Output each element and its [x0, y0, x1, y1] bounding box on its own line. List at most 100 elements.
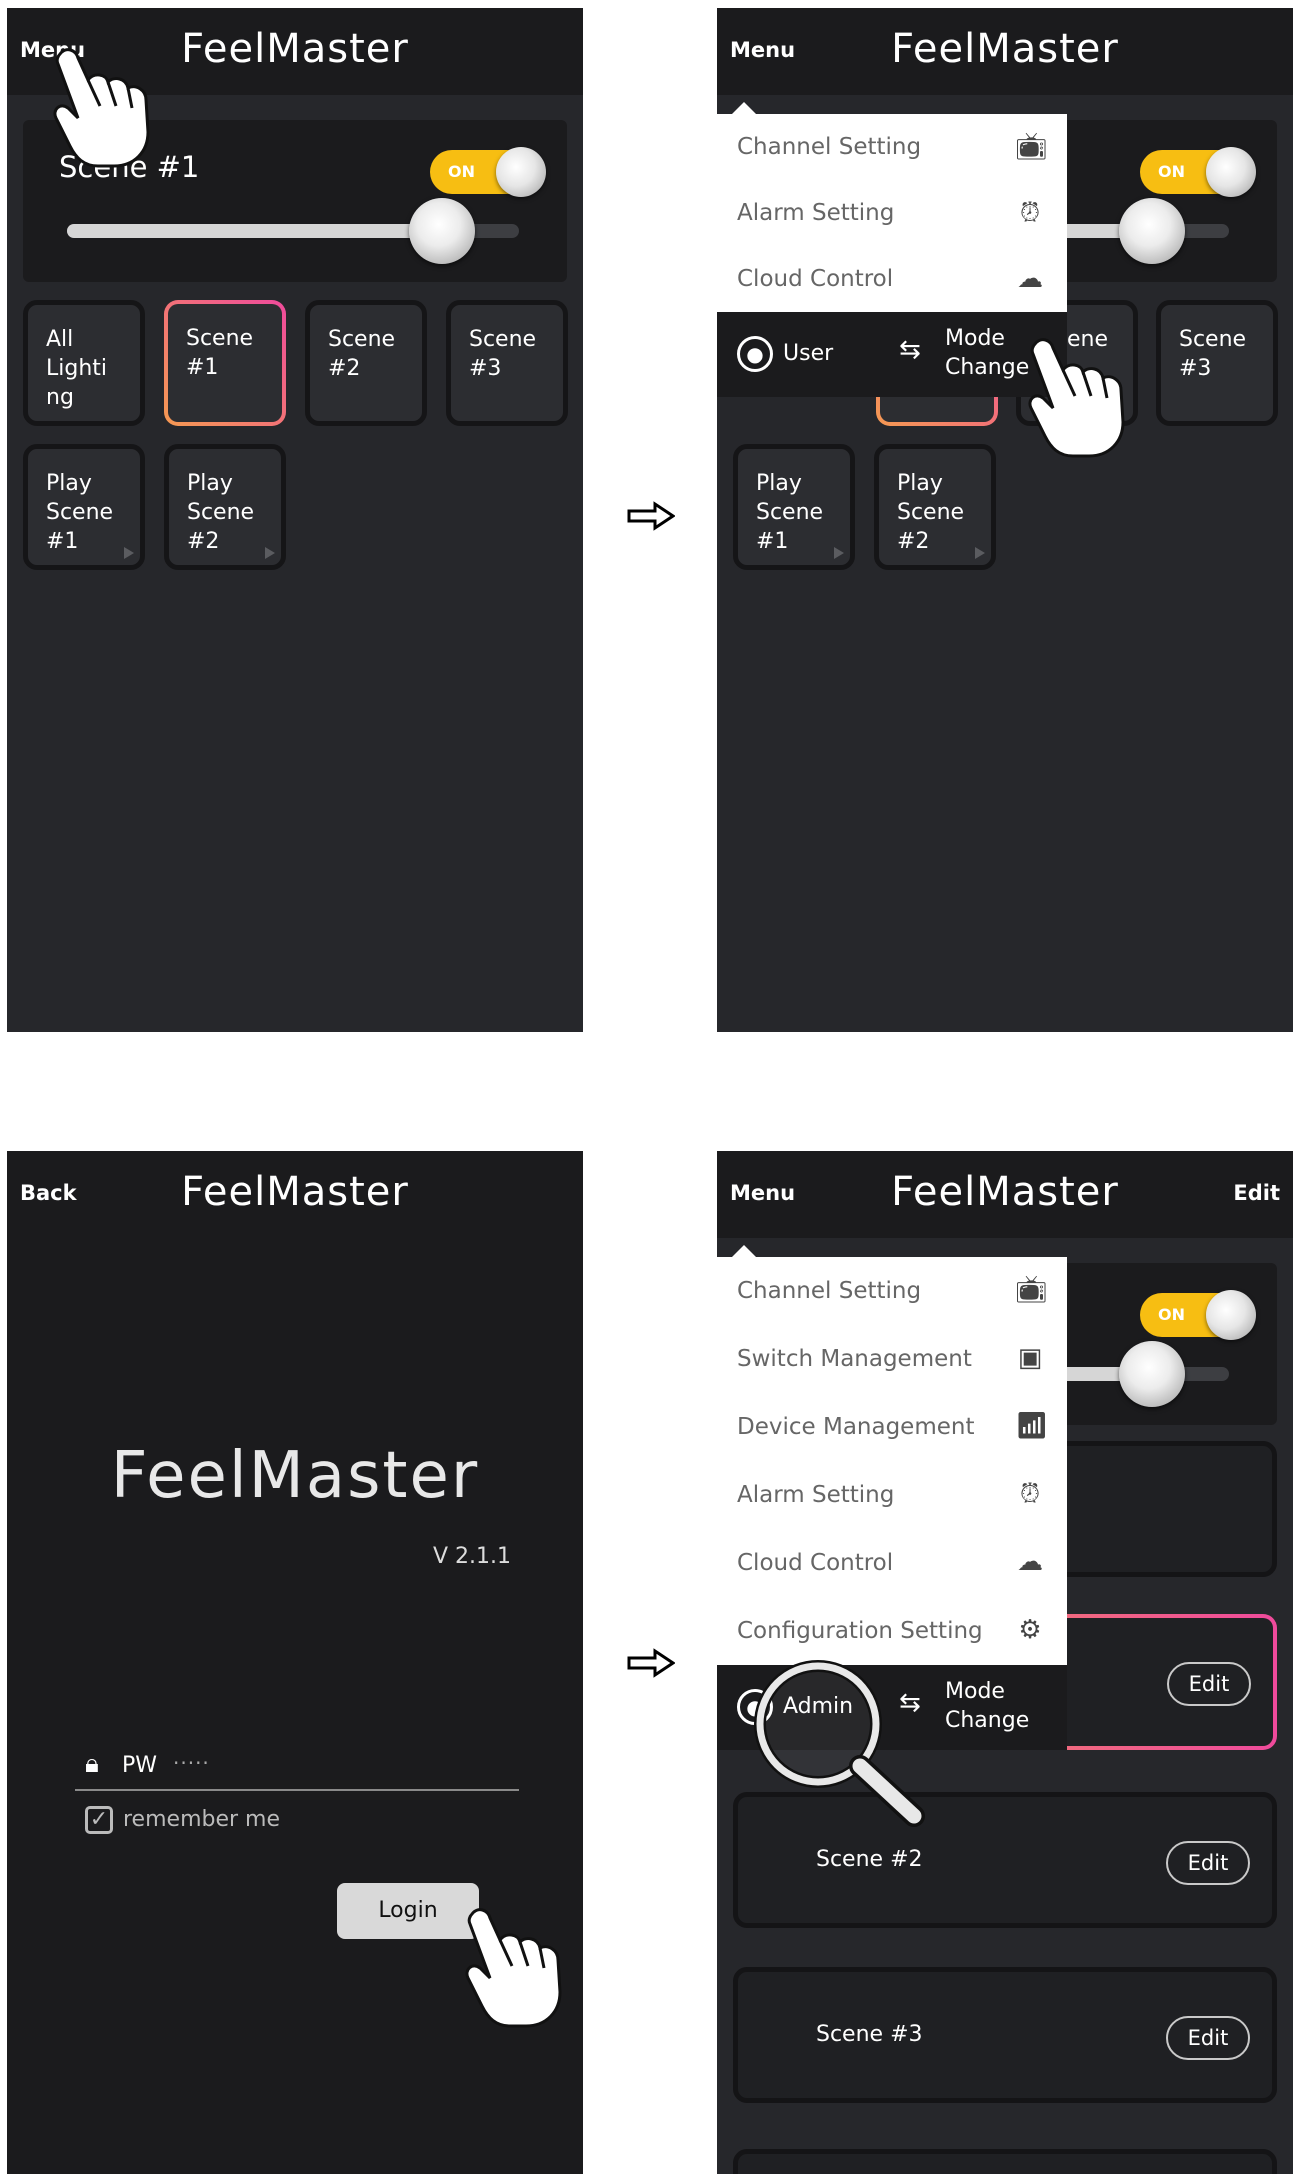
menu-item[interactable]: Cloud Control ☁︎ [717, 246, 1067, 312]
right-arrow-icon [627, 501, 675, 531]
toggle-knob [1206, 1290, 1256, 1340]
scene-tile[interactable]: Scene #1 [164, 300, 286, 426]
cloud-icon: ☁︎ [1017, 264, 1043, 294]
play-scene-tile[interactable]: Play Scene #1 [733, 444, 855, 570]
power-toggle[interactable]: ON [430, 147, 546, 197]
menu-item[interactable]: Channel Setting 📺︎ [717, 114, 1067, 180]
brightness-slider[interactable] [67, 198, 519, 264]
scene-tile[interactable]: Scene #3 [1156, 300, 1278, 426]
mode-change-icon: ⇆ [899, 335, 921, 365]
mode-change-label: Mode Change [945, 1679, 1030, 1733]
menu-item[interactable]: Cloud Control ☁︎ [717, 1529, 1067, 1597]
menu-item-label: Channel Setting [737, 1278, 922, 1304]
toggle-label: ON [1158, 162, 1185, 181]
tile-label: Play Scene #2 [187, 471, 255, 554]
brand-title: FeelMaster [891, 1169, 1119, 1215]
switch-icon: ▣ [1017, 1343, 1043, 1373]
brand-title: FeelMaster [891, 26, 1119, 72]
version-label: V 2.1.1 [432, 1544, 511, 1569]
password-value: ····· [173, 1751, 210, 1775]
menu-item[interactable]: Switch Management ▣ [717, 1325, 1067, 1393]
menu-item[interactable]: Alarm Setting ⏰︎ [717, 180, 1067, 246]
user-icon: ● [737, 336, 773, 372]
power-toggle[interactable]: ON [1140, 1290, 1256, 1340]
menu-item-label: Device Management [737, 1414, 975, 1440]
tv-icon: 📺︎ [1015, 1275, 1049, 1305]
app-bar: Menu FeelMaster Edit [717, 1151, 1293, 1238]
scene-tile[interactable]: All Lighti ng [23, 300, 145, 426]
play-scene-tile[interactable]: Play Scene #1 [23, 444, 145, 570]
slider-handle[interactable] [1119, 1341, 1186, 1407]
play-scene-tile[interactable]: Play Scene #2 [164, 444, 286, 570]
checkbox-checked-icon: ✓ [85, 1806, 113, 1834]
play-icon [265, 547, 275, 559]
scene-tile[interactable]: Scene #3 [446, 300, 568, 426]
edit-scene-button[interactable]: Edit [1166, 1841, 1250, 1885]
user-label: User [783, 341, 834, 366]
toggle-knob [1206, 147, 1256, 197]
tile-label: Scene #2 [328, 327, 396, 381]
scene-tile[interactable]: Scene #2 [305, 300, 427, 426]
menu-item[interactable]: Device Management 📶︎ [717, 1393, 1067, 1461]
pointer-hand-icon [465, 1908, 562, 2028]
slider-handle[interactable] [409, 198, 476, 264]
menu-items: Channel Setting 📺︎ Switch Management ▣ Devic… [717, 1257, 1067, 1665]
login-button[interactable]: Login [337, 1883, 479, 1939]
pointer-hand-icon [1028, 338, 1125, 458]
tile-label: Scene #3 [469, 327, 537, 381]
toggle-label: ON [1158, 1305, 1185, 1324]
play-icon [975, 547, 985, 559]
toggle-knob [496, 147, 546, 197]
menu-item-label: Switch Management [737, 1346, 972, 1372]
magnifier-icon [754, 1660, 925, 1827]
tile-label: Play Scene #1 [756, 471, 824, 554]
slider-fill [67, 224, 443, 238]
menu-item[interactable]: Alarm Setting ⏰︎ [717, 1461, 1067, 1529]
tile-label: Scene #3 [1179, 327, 1247, 381]
menu-item[interactable]: Configuration Setting ⚙︎ [717, 1597, 1067, 1665]
menu-item-label: Alarm Setting [737, 200, 895, 226]
edit-mode-button[interactable]: Edit [1233, 1181, 1280, 1205]
menu-item-label: Channel Setting [737, 134, 922, 160]
tv-icon: 📺︎ [1015, 132, 1049, 162]
remember-label: remember me [123, 1807, 280, 1832]
right-arrow-icon [627, 1648, 675, 1678]
password-field[interactable]: 🔒︎ PW ····· [75, 1745, 519, 1791]
password-label: PW [122, 1753, 158, 1778]
menu-item-label: Cloud Control [737, 1550, 894, 1576]
edit-scene-button[interactable]: Edit [1166, 2016, 1250, 2060]
remember-me-checkbox[interactable]: ✓ remember me [85, 1806, 280, 1834]
pointer-hand-icon [53, 48, 150, 168]
scene-row-label: Scene #3 [816, 2022, 923, 2047]
user-mode-button[interactable]: ● User [737, 336, 833, 372]
tile-label: Scene #1 [186, 326, 254, 380]
dropdown-menu: Channel Setting 📺︎ Alarm Setting ⏰︎ Cloud Co… [717, 102, 1067, 397]
cloud-icon: ☁︎ [1017, 1547, 1043, 1577]
tile-label: All Lighti ng [46, 327, 108, 410]
play-scene-tile[interactable]: Play Scene #2 [874, 444, 996, 570]
play-icon [124, 547, 134, 559]
tile-label: Play Scene #2 [897, 471, 965, 554]
lock-icon: 🔒︎ [85, 1749, 99, 1779]
scene-row[interactable]: Scene #3 Edit [733, 1967, 1277, 2103]
brand-title: FeelMaster [181, 1169, 409, 1215]
slider-handle[interactable] [1119, 198, 1186, 264]
app-bar: Menu FeelMaster [717, 8, 1293, 95]
login-logo: FeelMaster [110, 1439, 480, 1513]
scene-row[interactable] [733, 2149, 1277, 2174]
edit-scene-button[interactable]: Edit [1167, 1662, 1251, 1706]
menu-item[interactable]: Channel Setting 📺︎ [717, 1257, 1067, 1325]
menu-item-label: Cloud Control [737, 266, 894, 292]
tile-label: Play Scene #1 [46, 471, 114, 554]
menu-item-label: Configuration Setting [737, 1618, 983, 1644]
menu-item-label: Alarm Setting [737, 1482, 895, 1508]
power-toggle[interactable]: ON [1140, 147, 1256, 197]
router-icon: 📶︎ [1015, 1411, 1049, 1441]
toggle-label: ON [448, 162, 475, 181]
menu-items: Channel Setting 📺︎ Alarm Setting ⏰︎ Cloud Co… [717, 114, 1067, 312]
screen-menu-open: Menu FeelMaster ON ene Scene #3 Play Sce… [717, 8, 1293, 1032]
scene-row-label: Scene #2 [816, 1847, 923, 1872]
alarm-icon: ⏰︎ [1019, 198, 1041, 228]
app-bar: Back FeelMaster [7, 1151, 583, 1238]
play-icon [834, 547, 844, 559]
